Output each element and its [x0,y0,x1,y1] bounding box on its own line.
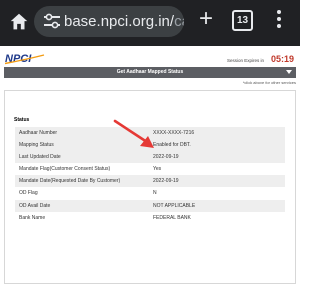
row-value: Enabled for DBT. [153,142,191,149]
plus-icon[interactable]: + [196,7,216,31]
table-row: Mandate Date(Requested Date By Customer)… [15,175,285,188]
session-timer: 05:19 [270,54,294,64]
annotation-arrow-icon [113,119,154,148]
more-vert-icon[interactable] [276,10,282,30]
status-heading: Status [14,117,30,123]
table-row: OD Avail Date NOT APPLICABLE [15,199,285,212]
row-value: 2022-09-19 [153,178,179,185]
table-row: Bank Name FEDERAL BANK [15,212,285,224]
row-label: Bank Name [19,214,46,221]
service-titlebar[interactable]: Get Aadhaar Mapped Status [4,67,296,78]
table-row: Mandate Flag(Customer Consent Status) Ye… [15,163,285,175]
address-bar[interactable]: base.npci.org.in/cata [34,6,184,37]
page-title: Get Aadhaar Mapped Status [116,69,184,75]
url-host: base.npci.org.in/ [64,13,175,30]
chevron-down-icon[interactable] [286,70,292,74]
row-label: Mandate Flag(Customer Consent Status) [19,166,111,173]
services-note: *click above for other services [242,80,296,85]
browser-toolbar: base.npci.org.in/cata + 13 [0,0,300,46]
url-path: cata [174,13,184,30]
row-label: Mapping Status [19,142,54,149]
url-text[interactable]: base.npci.org.in/cata [64,12,184,31]
home-icon[interactable] [8,11,30,33]
tabs-icon[interactable]: 13 [232,10,253,31]
row-value: Yes [153,166,162,173]
row-value: N [153,190,157,197]
row-value: FEDERAL BANK [153,214,191,221]
row-label: Last Updated Date [19,154,61,161]
row-value: XXXX-XXXX-7216 [153,130,195,136]
tune-icon[interactable] [43,13,61,30]
session-label: Session Expires in [226,58,264,63]
table-row: OD Flag N [15,187,285,199]
row-label: Mandate Date(Requested Date By Customer) [19,178,121,185]
npci-logo: NPCI [4,53,45,65]
row-value: 2022-09-19 [153,154,179,161]
row-label: Aadhaar Number [19,130,58,136]
row-label: OD Flag [19,190,38,197]
table-row: Last Updated Date 2022-09-19 [15,151,285,164]
row-label: OD Avail Date [19,202,51,209]
row-value: NOT APPLICABLE [153,202,196,209]
